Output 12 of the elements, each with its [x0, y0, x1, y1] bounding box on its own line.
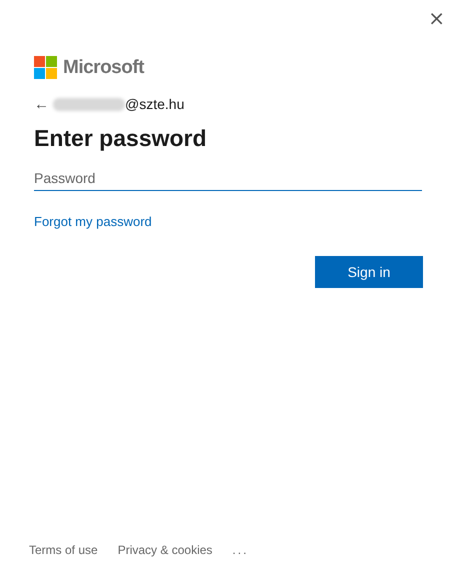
redaction-blur — [53, 98, 125, 110]
back-button[interactable]: ← — [34, 96, 49, 112]
footer-link[interactable]: Terms of use — [29, 543, 98, 557]
forgot-password-link[interactable]: Forgot my password — [34, 214, 152, 229]
page-heading: Enter password — [34, 125, 208, 152]
sign-in-button[interactable]: Sign in — [315, 256, 423, 288]
close-button[interactable]: × — [426, 4, 447, 32]
footer-link[interactable]: Privacy & cookies — [118, 543, 212, 557]
logo-icon — [34, 56, 57, 79]
account-email: @szte.hu — [125, 96, 184, 112]
brand-name: Microsoft — [63, 56, 144, 78]
more-options-link[interactable]: ... — [232, 543, 248, 557]
